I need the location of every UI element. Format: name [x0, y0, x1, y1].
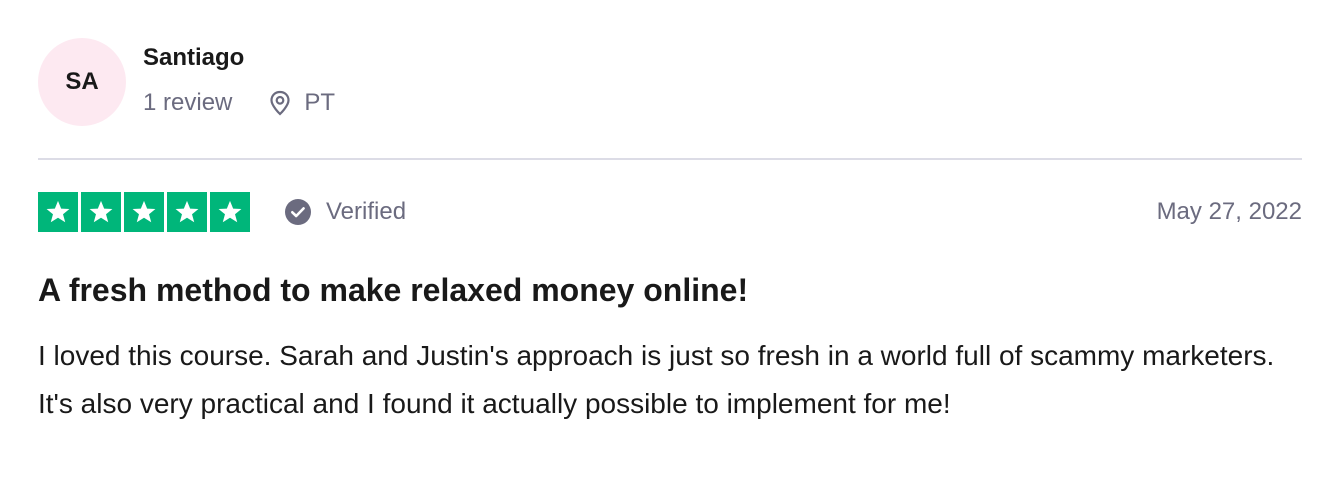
review-title[interactable]: A fresh method to make relaxed money onl…	[38, 270, 748, 310]
verified-badge[interactable]: Verified	[284, 198, 406, 226]
consumer-info: Santiago 1 review PT	[143, 38, 335, 118]
star-icon	[81, 192, 121, 232]
divider	[38, 158, 1302, 160]
star-icon	[167, 192, 207, 232]
location-pin-icon	[270, 90, 290, 116]
consumer-meta: 1 review PT	[143, 88, 335, 118]
consumer-location: PT	[268, 88, 335, 118]
consumer-name[interactable]: Santiago	[143, 43, 335, 73]
review-count: 1 review	[143, 89, 233, 116]
star-rating	[38, 192, 250, 232]
consumer-header: SA Santiago 1 review PT	[38, 38, 1302, 128]
review-date: May 27, 2022	[1156, 198, 1302, 225]
star-icon	[38, 192, 78, 232]
rating-row: Verified May 27, 2022	[38, 192, 1302, 232]
verified-label: Verified	[326, 198, 407, 225]
review-card: SA Santiago 1 review PT Verified May 27,…	[38, 38, 1302, 419]
avatar[interactable]: SA	[38, 38, 126, 126]
star-icon	[210, 192, 250, 232]
check-circle-icon	[285, 199, 311, 225]
location-label: PT	[304, 89, 336, 116]
star-icon	[124, 192, 164, 232]
review-body: I loved this course. Sarah and Justin's …	[38, 340, 1275, 419]
